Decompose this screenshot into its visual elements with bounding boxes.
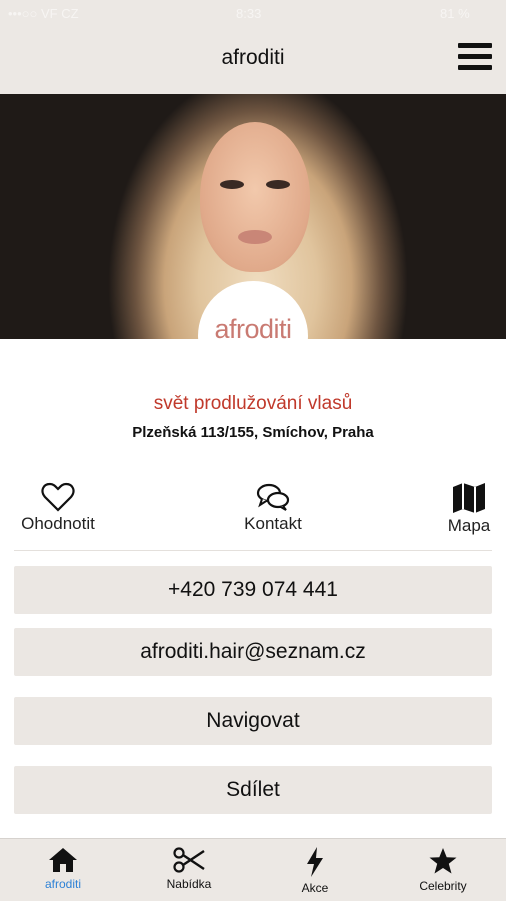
scissors-icon [173,847,205,873]
clock: 8:33 [236,6,262,21]
salon-tagline: svět prodlužování vlasů [153,393,353,414]
tab-afroditi[interactable]: afroditi [0,839,126,901]
tab-label-nabidka: Nabídka [166,877,212,891]
map-action[interactable]: Mapa [440,482,498,536]
tab-label-afroditi: afroditi [44,877,82,891]
email-button[interactable]: afroditi.hair@seznam.cz [14,628,492,676]
tab-celebrity[interactable]: Celebrity [380,839,506,901]
contact-action[interactable]: Kontakt [221,482,325,534]
navigation-bar: afroditi [0,30,506,94]
tab-label-celebrity: Celebrity [419,879,467,893]
rate-label: Ohodnotit [21,514,95,533]
tab-bar: afroditi Nabídka Akce Celebrity [0,838,506,901]
heart-outline-icon [41,482,75,512]
model-face [200,122,310,272]
page-title: afroditi [221,46,285,69]
share-button[interactable]: Sdílet [14,766,492,814]
navigate-button[interactable]: Navigovat [14,697,492,745]
battery-label: 81 % [440,6,470,21]
tab-akce[interactable]: Akce [252,839,378,901]
chat-bubbles-icon [256,483,290,511]
rate-action[interactable]: Ohodnotit [8,482,108,534]
tab-nabidka[interactable]: Nabídka [126,839,252,901]
contact-label: Kontakt [244,514,302,533]
status-bar: •••○○ VF CZ 8:33 81 % [0,0,506,30]
star-icon [429,848,457,874]
carrier-label: •••○○ VF CZ [8,6,79,21]
divider [14,550,492,551]
hamburger-menu-icon[interactable] [456,43,496,77]
salon-address: Plzeňská 113/155, Smíchov, Praha [132,424,374,441]
phone-button[interactable]: +420 739 074 441 [14,566,492,614]
lightning-bolt-icon [307,847,323,877]
home-icon [49,848,77,872]
salon-logo: afroditi [214,314,292,344]
map-icon [453,483,485,513]
tab-label-akce: Akce [301,881,329,895]
map-label: Mapa [447,516,491,535]
